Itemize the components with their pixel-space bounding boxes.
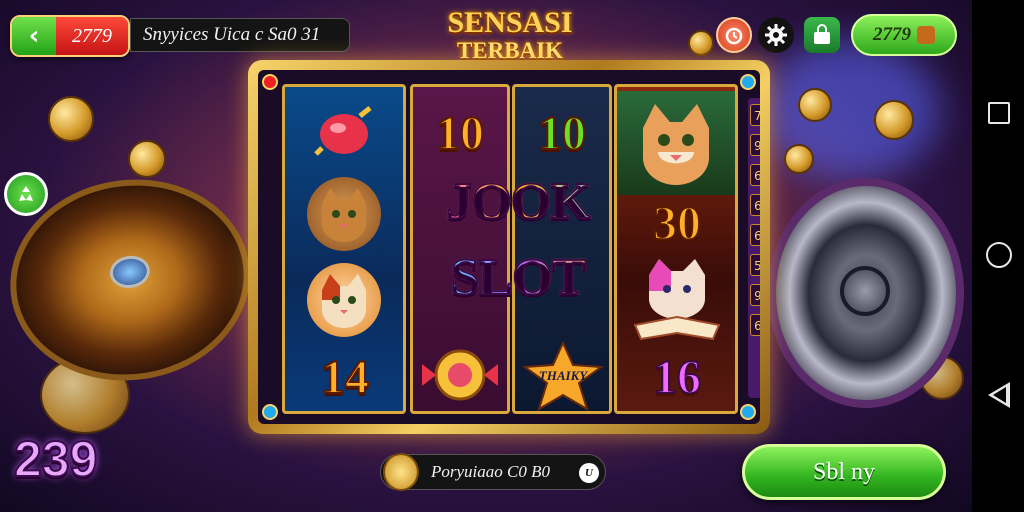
reel-4: 30 16 <box>614 84 738 414</box>
payline-pip: 9 <box>750 134 760 156</box>
share-button[interactable] <box>4 172 48 216</box>
title-line-1: SENSASI <box>447 6 573 39</box>
center-logo-line-1: JOOK <box>418 166 618 236</box>
frame-gem <box>740 74 756 90</box>
shop-bag-icon <box>814 24 830 44</box>
frame-gem <box>262 74 278 90</box>
shop-button[interactable] <box>804 17 840 53</box>
cat-portrait-symbol <box>617 91 735 195</box>
back-button[interactable]: ‹ 2779 <box>10 15 130 57</box>
frame-gem <box>740 404 756 420</box>
reel-1: 14 <box>282 84 406 414</box>
coin-balance-button[interactable]: 2779 <box>851 14 957 56</box>
slot-machine-frame: 14 10 10 THAIKY JOOK SLOT 30 16 7 9 6 6 … <box>248 60 770 434</box>
payline-pip: 6 <box>750 314 760 336</box>
number-symbol: 14 <box>320 350 370 405</box>
game-title-logo: SENSASI TERBAIK <box>420 8 600 64</box>
cat-symbol-calico <box>307 263 381 337</box>
coin-decoration <box>688 30 714 56</box>
spin-button[interactable]: Sbl ny <box>742 444 946 500</box>
bomb-symbol <box>313 103 377 161</box>
info-icon: U <box>579 463 599 483</box>
gear-icon <box>765 24 787 46</box>
promo-bar[interactable]: Poryuiaao C0 B0 U <box>380 453 606 491</box>
back-triangle-icon[interactable] <box>988 382 1010 408</box>
news-marquee: Snyyices Uica c Sa0 31 <box>130 18 350 52</box>
payline-indicator: 7 9 6 6 6 5 9 6 <box>748 98 760 398</box>
payline-pip: 6 <box>750 164 760 186</box>
candy-icon <box>422 349 498 401</box>
timer-button[interactable] <box>716 17 752 53</box>
number-symbol: 10 <box>435 106 485 161</box>
coin-decoration <box>798 88 832 122</box>
payline-pip: 7 <box>750 104 760 126</box>
star-badge-symbol: THAIKY <box>521 341 605 411</box>
cat-book-icon <box>633 259 721 341</box>
coin-bag-icon <box>917 26 935 44</box>
cat-face-icon <box>643 104 709 185</box>
coin-decoration <box>48 96 94 142</box>
payline-pip: 6 <box>750 194 760 216</box>
number-symbol: 10 <box>537 106 587 161</box>
cat-face-icon <box>322 274 366 328</box>
recycle-icon <box>19 186 33 201</box>
coin-decoration <box>128 140 166 178</box>
wheel-hub <box>840 266 890 316</box>
home-icon[interactable] <box>986 242 1012 268</box>
roulette-hub <box>107 253 152 291</box>
game-stage: ‹ 2779 Snyyices Uica c Sa0 31 SENSASI TE… <box>0 0 972 512</box>
center-logo-line-2: SLOT <box>418 242 618 312</box>
trophy-icon <box>383 453 419 491</box>
promo-text: Poryuiaao C0 B0 <box>431 462 550 481</box>
back-arrow-icon: ‹ <box>12 17 56 55</box>
cat-symbol-tabby <box>307 177 381 251</box>
coin-decoration <box>874 100 914 140</box>
frame-gem <box>262 404 278 420</box>
coin-decoration <box>784 144 814 174</box>
cat-book-symbol <box>627 253 727 347</box>
bomb-icon <box>314 106 372 156</box>
spin-wheel-right <box>768 178 964 408</box>
payline-pip: 5 <box>750 254 760 276</box>
cat-face-icon <box>322 188 366 242</box>
settings-button[interactable] <box>758 17 794 53</box>
back-button-value: 2779 <box>56 17 128 55</box>
star-badge-text: THAIKY <box>538 368 588 383</box>
recent-apps-icon[interactable] <box>988 102 1010 124</box>
payline-pip: 6 <box>750 224 760 246</box>
payline-pip: 9 <box>750 284 760 306</box>
clock-icon <box>725 27 743 45</box>
number-symbol: 16 <box>652 350 702 405</box>
win-score: 239 <box>13 430 98 488</box>
balance-value: 2779 <box>873 24 911 45</box>
reel-area: 14 10 10 THAIKY JOOK SLOT 30 16 7 9 6 6 … <box>258 70 760 424</box>
number-symbol: 30 <box>652 196 702 251</box>
android-navigation-bar <box>972 0 1024 512</box>
candy-symbol <box>419 341 501 409</box>
